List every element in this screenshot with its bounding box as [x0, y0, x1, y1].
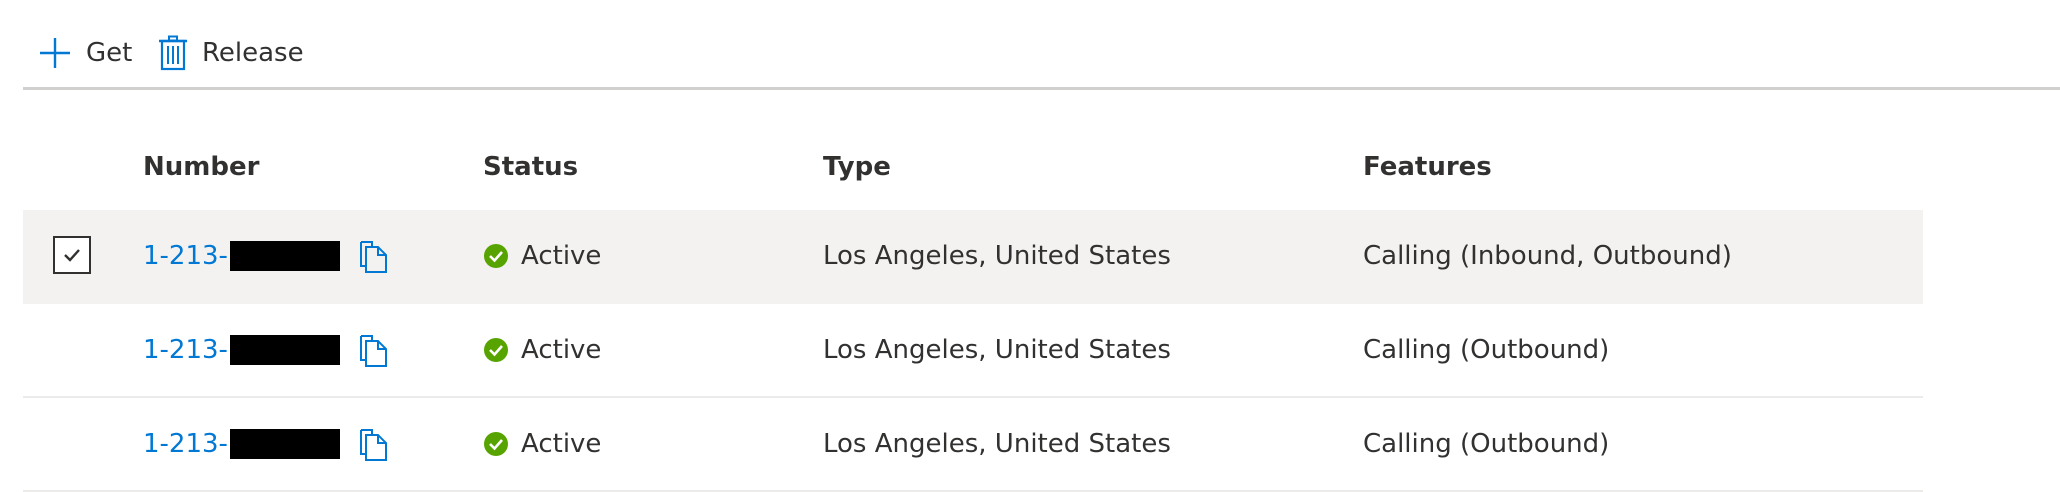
redacted-number: [229, 335, 340, 365]
status-text: Active: [521, 241, 602, 271]
phone-number-link[interactable]: 1-213-: [143, 241, 228, 271]
type-cell: Los Angeles, United States: [823, 335, 1171, 365]
table-row[interactable]: 1-213- Active Los Angeles, United States…: [23, 398, 1923, 492]
copy-icon: [358, 240, 388, 274]
features-cell: Calling (Outbound): [1363, 429, 1610, 459]
column-header-type[interactable]: Type: [823, 152, 891, 182]
redacted-number: [229, 241, 340, 271]
check-circle-icon: [483, 243, 509, 269]
release-button-label: Release: [202, 38, 304, 68]
number-cell: 1-213-: [143, 398, 340, 490]
row-checkbox[interactable]: [53, 236, 91, 274]
type-cell: Los Angeles, United States: [823, 429, 1171, 459]
trash-icon: [158, 35, 188, 71]
phone-number-link[interactable]: 1-213-: [143, 429, 228, 459]
get-button-label: Get: [86, 38, 133, 68]
column-header-number[interactable]: Number: [143, 152, 259, 182]
check-circle-icon: [483, 337, 509, 363]
checkmark-icon: [62, 247, 82, 263]
plus-icon: [38, 36, 72, 70]
status-text: Active: [521, 429, 602, 459]
command-bar: Get Release: [0, 0, 2060, 90]
column-header-features[interactable]: Features: [1363, 152, 1492, 182]
status-text: Active: [521, 335, 602, 365]
copy-number-button[interactable]: [358, 428, 388, 462]
check-circle-icon: [483, 431, 509, 457]
status-cell: Active: [483, 210, 601, 302]
table-row[interactable]: 1-213- Active Los Angeles, United States…: [23, 210, 1923, 304]
get-button[interactable]: Get: [38, 30, 132, 76]
column-header-status[interactable]: Status: [483, 152, 578, 182]
copy-number-button[interactable]: [358, 334, 388, 368]
release-button[interactable]: Release: [158, 30, 304, 76]
redacted-number: [229, 429, 340, 459]
phone-numbers-table: Number Status Type Features 1-213- Activ…: [23, 122, 1923, 492]
copy-icon: [358, 428, 388, 462]
status-cell: Active: [483, 304, 601, 396]
number-cell: 1-213-: [143, 304, 340, 396]
features-cell: Calling (Inbound, Outbound): [1363, 241, 1732, 271]
features-cell: Calling (Outbound): [1363, 335, 1610, 365]
status-cell: Active: [483, 398, 601, 490]
table-row[interactable]: 1-213- Active Los Angeles, United States…: [23, 304, 1923, 398]
copy-icon: [358, 334, 388, 368]
number-cell: 1-213-: [143, 210, 340, 302]
phone-number-link[interactable]: 1-213-: [143, 335, 228, 365]
copy-number-button[interactable]: [358, 240, 388, 274]
type-cell: Los Angeles, United States: [823, 241, 1171, 271]
toolbar-divider: [23, 87, 2060, 90]
table-header-row: Number Status Type Features: [23, 122, 1923, 210]
